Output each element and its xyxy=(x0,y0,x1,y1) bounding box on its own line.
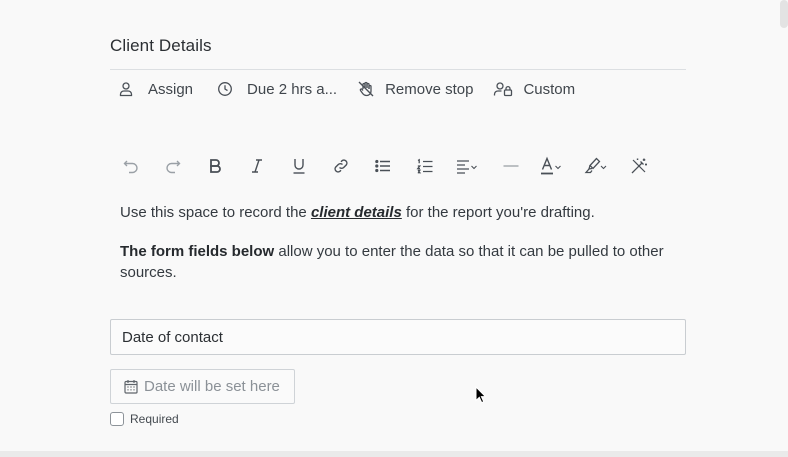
editor-toolbar xyxy=(120,153,650,179)
required-label: Required xyxy=(130,412,179,426)
undo-icon xyxy=(123,160,138,174)
remove-stop-label: Remove stop xyxy=(385,80,474,98)
editor-paragraph-2: The form fields below allow you to enter… xyxy=(120,241,680,283)
link-button[interactable] xyxy=(330,153,352,179)
numbered-list-button[interactable] xyxy=(414,153,436,179)
underline-icon xyxy=(293,159,305,174)
scrollbar-thumb[interactable] xyxy=(780,0,788,28)
custom-button[interactable]: Custom xyxy=(493,81,575,98)
underline-button[interactable] xyxy=(288,153,310,179)
clock-icon xyxy=(218,82,232,96)
highlighter-icon xyxy=(584,157,607,174)
italic-button[interactable] xyxy=(246,153,268,179)
assign-button[interactable]: Assign xyxy=(118,81,193,98)
highlight-dropdown[interactable] xyxy=(584,153,610,179)
field-label-input[interactable]: Date of contact xyxy=(110,319,686,355)
mouse-cursor-icon xyxy=(475,386,487,404)
link-icon xyxy=(334,159,348,173)
due-button[interactable]: Due 2 hrs a... xyxy=(217,81,337,98)
assign-label: Assign xyxy=(148,80,194,98)
clear-format-button[interactable] xyxy=(628,153,650,179)
bullet-list-icon xyxy=(375,159,390,173)
undo-button[interactable] xyxy=(120,153,142,179)
redo-button[interactable] xyxy=(162,153,184,179)
meta-row: Assign Due 2 hrs a... Remove stop Custom xyxy=(110,78,595,100)
magic-wand-icon xyxy=(631,158,647,174)
required-checkbox[interactable] xyxy=(110,412,124,426)
horizontal-rule-button[interactable] xyxy=(500,153,522,179)
text-color-icon xyxy=(541,156,561,175)
bold-icon xyxy=(210,159,221,173)
date-placeholder: Date will be set here xyxy=(144,378,280,395)
bottom-edge xyxy=(0,451,788,457)
hand-off-icon xyxy=(358,81,374,97)
bullet-list-button[interactable] xyxy=(372,153,394,179)
redo-icon xyxy=(166,160,181,174)
required-row: Required xyxy=(110,412,179,426)
align-dropdown[interactable] xyxy=(456,153,482,179)
title-divider xyxy=(110,69,686,70)
section-title: Client Details xyxy=(110,36,212,55)
horizontal-rule-icon xyxy=(503,165,519,167)
calendar-icon xyxy=(124,380,138,394)
rich-text-editor[interactable]: Use this space to record the client deta… xyxy=(120,202,680,301)
due-label: Due 2 hrs a... xyxy=(247,80,338,98)
custom-label: Custom xyxy=(523,80,576,98)
p2-bold-text: The form fields below xyxy=(120,243,275,260)
bold-button[interactable] xyxy=(204,153,226,179)
italic-icon xyxy=(252,159,262,173)
remove-stop-button[interactable]: Remove stop xyxy=(357,80,473,98)
user-lock-icon xyxy=(494,82,513,97)
p1-emphasis: client details xyxy=(310,204,402,221)
align-left-icon xyxy=(457,160,477,174)
date-picker-button[interactable]: Date will be set here xyxy=(110,369,295,404)
numbered-list-icon xyxy=(416,158,433,174)
p1-text-before: Use this space to record the xyxy=(120,204,311,221)
text-color-dropdown[interactable] xyxy=(540,153,566,179)
user-icon xyxy=(119,82,133,97)
p1-text-after: for the report you're drafting. xyxy=(401,204,595,221)
editor-paragraph-1: Use this space to record the client deta… xyxy=(120,202,680,223)
